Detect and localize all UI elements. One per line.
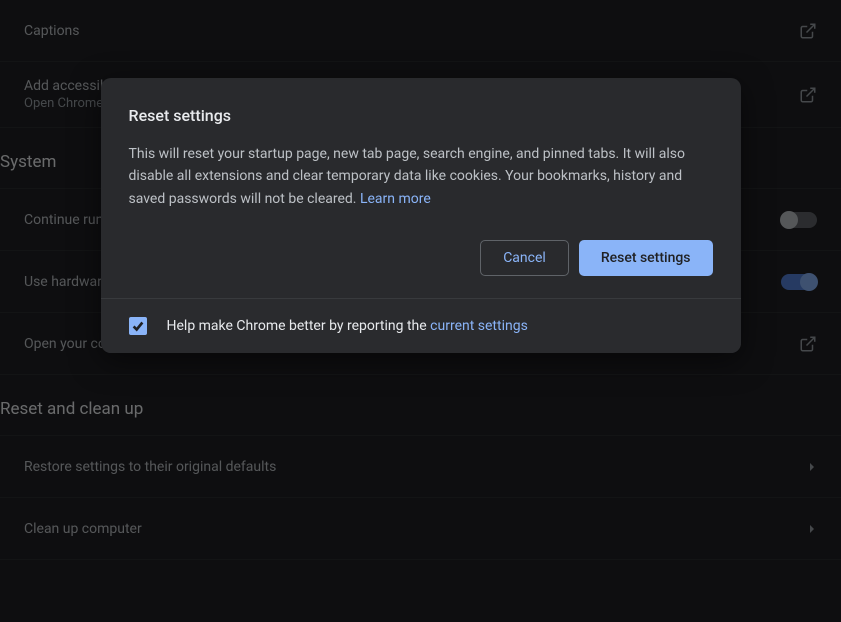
cancel-button[interactable]: Cancel (480, 240, 569, 276)
reset-settings-button[interactable]: Reset settings (579, 240, 713, 276)
reset-settings-dialog: Reset settings This will reset your star… (101, 78, 741, 353)
modal-overlay: Reset settings This will reset your star… (0, 0, 841, 622)
dialog-title: Reset settings (129, 106, 713, 125)
dialog-description: This will reset your startup page, new t… (129, 143, 713, 210)
dialog-footer-text: Help make Chrome better by reporting the… (167, 318, 528, 334)
report-settings-checkbox[interactable] (129, 317, 147, 335)
current-settings-link[interactable]: current settings (430, 318, 528, 334)
learn-more-link[interactable]: Learn more (360, 191, 431, 207)
